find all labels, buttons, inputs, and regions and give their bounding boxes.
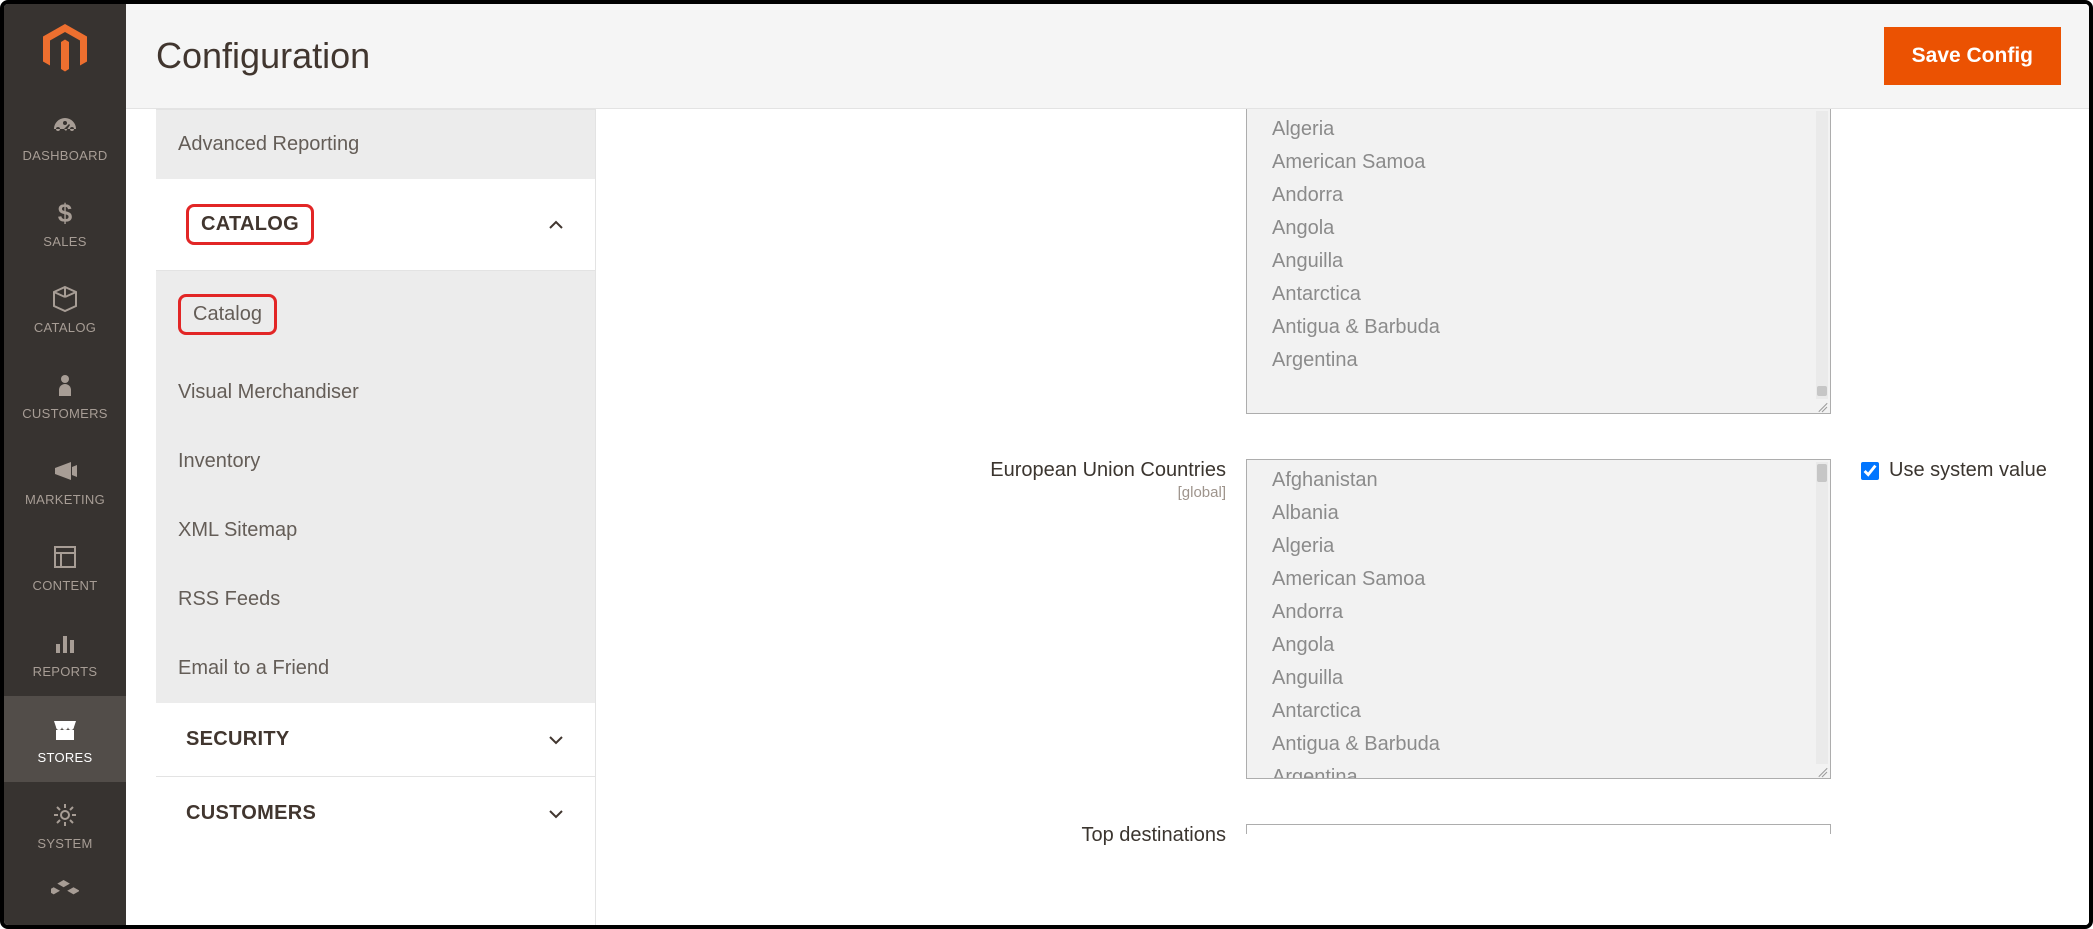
barchart-icon <box>50 628 80 658</box>
sidebar-label-highlighted: Catalog <box>178 294 277 335</box>
multiselect-option[interactable]: Antigua & Barbuda <box>1247 311 1830 344</box>
storefront-icon <box>50 714 80 744</box>
field-label-eu-countries: European Union Countries [global] <box>596 459 1246 501</box>
sidebar-label: Visual Merchandiser <box>178 381 359 403</box>
multiselect-option[interactable]: Antigua & Barbuda <box>1247 728 1830 761</box>
multiselect-option[interactable]: Antarctica <box>1247 695 1830 728</box>
multiselect-option[interactable]: Andorra <box>1247 596 1830 629</box>
box-icon <box>50 284 80 314</box>
gauge-icon <box>50 112 80 142</box>
person-icon <box>50 370 80 400</box>
checkbox-label: Use system value <box>1889 459 2047 482</box>
sidebar-item-catalog[interactable]: Catalog <box>156 271 595 358</box>
sidebar-label-highlighted: CATALOG <box>186 204 314 245</box>
admin-leftnav: DASHBOARD $ SALES CATALOG CUSTOMERS MARK… <box>4 4 126 925</box>
gear-icon <box>50 800 80 830</box>
multiselect-option[interactable]: Afghanistan <box>1247 464 1830 497</box>
scrollbar[interactable] <box>1816 462 1828 764</box>
nav-system[interactable]: SYSTEM <box>4 782 126 868</box>
label-text: European Union Countries <box>990 459 1226 481</box>
scrollbar-thumb[interactable] <box>1817 386 1827 396</box>
scrollbar-thumb[interactable] <box>1817 464 1827 482</box>
sidebar-item-advanced-reporting[interactable]: Advanced Reporting <box>156 109 595 179</box>
sidebar-section-security[interactable]: SECURITY <box>156 703 595 777</box>
page-title: Configuration <box>156 35 370 77</box>
multiselect-option[interactable]: Anguilla <box>1247 662 1830 695</box>
megaphone-icon <box>50 456 80 486</box>
resize-handle[interactable] <box>1816 399 1830 413</box>
sidebar-item-visual-merchandiser[interactable]: Visual Merchandiser <box>156 358 595 427</box>
nav-dashboard[interactable]: DASHBOARD <box>4 94 126 180</box>
sidebar-item-xml-sitemap[interactable]: XML Sitemap <box>156 496 595 565</box>
chevron-down-icon <box>547 731 565 749</box>
topbar: Configuration Save Config <box>126 4 2089 109</box>
sidebar-section-customers[interactable]: CUSTOMERS <box>156 777 595 850</box>
country-multiselect-upper[interactable]: AlgeriaAmerican SamoaAndorraAngolaAnguil… <box>1246 109 1831 414</box>
sidebar-item-inventory[interactable]: Inventory <box>156 427 595 496</box>
multiselect-option[interactable]: Algeria <box>1247 530 1830 563</box>
multiselect-option[interactable]: American Samoa <box>1247 563 1830 596</box>
blocks-icon <box>50 876 80 906</box>
chevron-down-icon <box>547 805 565 823</box>
scope-text: [global] <box>596 484 1226 501</box>
multiselect-option[interactable]: American Samoa <box>1247 146 1830 179</box>
multiselect-option[interactable]: Argentina <box>1247 761 1830 779</box>
sidebar-label: RSS Feeds <box>178 588 280 610</box>
sidebar-label: SECURITY <box>186 728 290 751</box>
save-config-button[interactable]: Save Config <box>1884 27 2061 85</box>
sidebar-label: Advanced Reporting <box>178 133 359 155</box>
multiselect-option[interactable]: Andorra <box>1247 179 1830 212</box>
multiselect-option[interactable]: Albania <box>1247 497 1830 530</box>
config-sidebar: Advanced Reporting CATALOG Catalog Visua… <box>156 109 596 925</box>
nav-partners[interactable] <box>4 868 126 908</box>
sidebar-section-catalog[interactable]: CATALOG <box>156 179 595 271</box>
nav-reports[interactable]: REPORTS <box>4 610 126 696</box>
field-label-top-destinations: Top destinations <box>596 824 1246 847</box>
sidebar-label: CUSTOMERS <box>186 802 316 825</box>
form-area: AlgeriaAmerican SamoaAndorraAngolaAnguil… <box>596 109 2089 925</box>
sidebar-item-rss-feeds[interactable]: RSS Feeds <box>156 565 595 634</box>
nav-catalog[interactable]: CATALOG <box>4 266 126 352</box>
label-text: Top destinations <box>1081 824 1226 846</box>
sidebar-label: Email to a Friend <box>178 657 329 679</box>
multiselect-option[interactable]: Anguilla <box>1247 245 1830 278</box>
multiselect-option[interactable]: Algeria <box>1247 113 1830 146</box>
svg-text:$: $ <box>58 198 73 228</box>
nav-marketing[interactable]: MARKETING <box>4 438 126 524</box>
dollar-icon: $ <box>50 198 80 228</box>
sidebar-item-email-friend[interactable]: Email to a Friend <box>156 634 595 703</box>
nav-stores[interactable]: STORES <box>4 696 126 782</box>
sidebar-label: Inventory <box>178 450 260 472</box>
multiselect-option[interactable]: Argentina <box>1247 344 1830 377</box>
chevron-up-icon <box>547 216 565 234</box>
scrollbar[interactable] <box>1816 111 1828 399</box>
nav-sales[interactable]: $ SALES <box>4 180 126 266</box>
magento-logo[interactable] <box>4 4 126 94</box>
sidebar-label: XML Sitemap <box>178 519 297 541</box>
nav-content[interactable]: CONTENT <box>4 524 126 610</box>
top-destinations-select[interactable] <box>1246 824 1831 834</box>
multiselect-option[interactable]: Angola <box>1247 629 1830 662</box>
resize-handle[interactable] <box>1816 764 1830 778</box>
use-system-value-checkbox[interactable]: Use system value <box>1861 459 2047 482</box>
multiselect-option[interactable]: Angola <box>1247 212 1830 245</box>
eu-countries-multiselect[interactable]: AfghanistanAlbaniaAlgeriaAmerican SamoaA… <box>1246 459 1831 779</box>
checkbox-input[interactable] <box>1861 462 1879 480</box>
multiselect-option[interactable]: Antarctica <box>1247 278 1830 311</box>
layout-icon <box>50 542 80 572</box>
nav-customers[interactable]: CUSTOMERS <box>4 352 126 438</box>
